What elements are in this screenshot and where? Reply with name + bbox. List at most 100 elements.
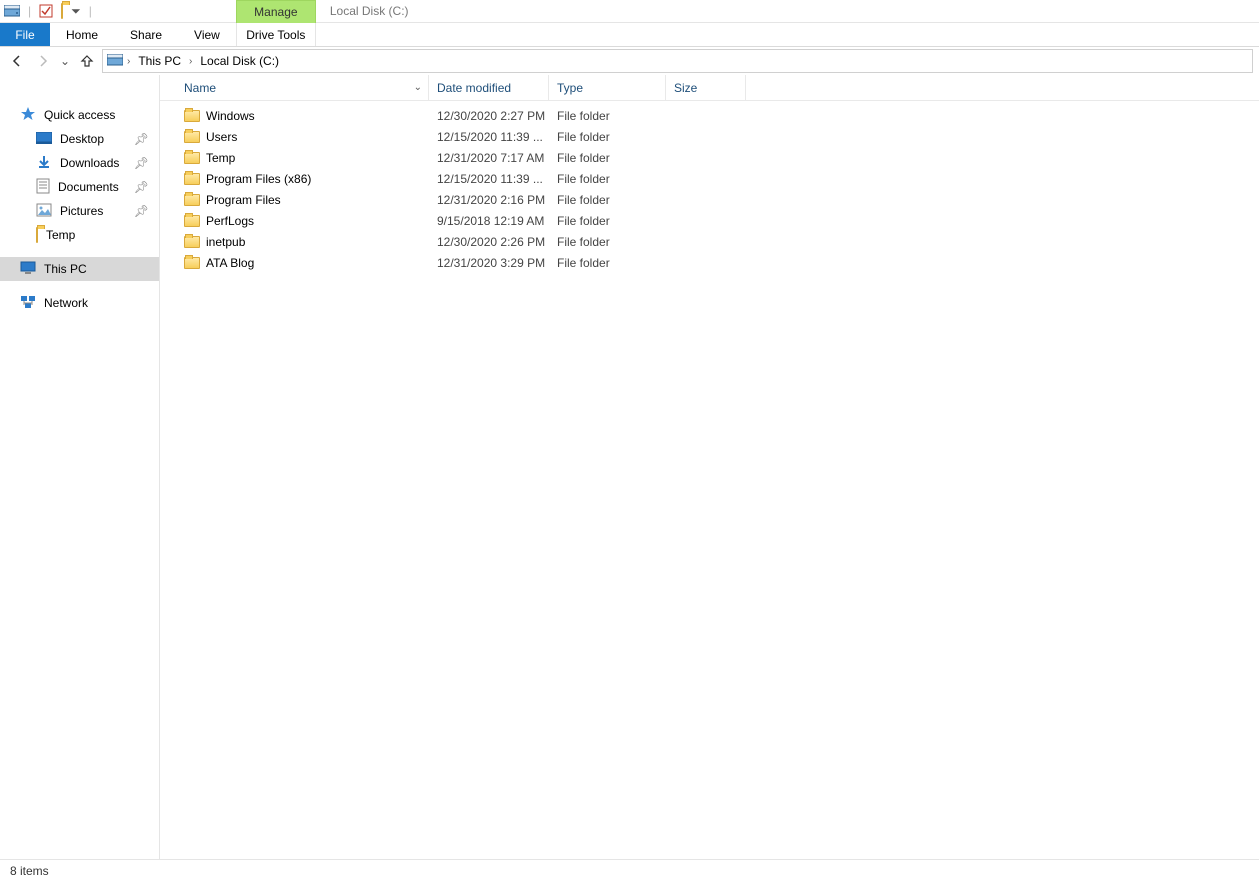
sidebar-item-temp[interactable]: Temp: [0, 223, 159, 247]
qat-separator: |: [89, 4, 92, 18]
file-name: Temp: [206, 151, 235, 165]
navigation-pane: Quick access Desktop 📌︎ Downloads 📌︎ Doc…: [0, 75, 160, 859]
column-header-name[interactable]: Name ⌄: [176, 75, 429, 100]
tab-drive-tools[interactable]: Drive Tools: [236, 23, 316, 46]
folder-icon: [184, 236, 200, 248]
sort-descending-icon: ⌄: [414, 82, 422, 93]
breadcrumb-this-pc[interactable]: This PC: [134, 50, 185, 72]
qat-separator: |: [28, 4, 31, 18]
computer-icon: [20, 261, 36, 278]
contextual-tab-manage[interactable]: Manage: [236, 0, 316, 23]
forward-button[interactable]: [32, 50, 54, 72]
properties-icon[interactable]: [39, 4, 53, 18]
content-pane: Name ⌄ Date modified Type Size Windows 12…: [160, 75, 1259, 859]
folder-icon: [36, 228, 38, 242]
file-name: Windows: [206, 109, 255, 123]
document-icon: [36, 178, 50, 197]
navigation-bar: ⌄ › This PC › Local Disk (C:): [0, 47, 1259, 75]
sidebar-item-desktop[interactable]: Desktop 📌︎: [0, 127, 159, 151]
file-name: Program Files: [206, 193, 281, 207]
sidebar-item-label: Desktop: [60, 132, 104, 146]
folder-icon: [184, 131, 200, 143]
file-row[interactable]: Windows 12/30/2020 2:27 PMFile folder: [160, 105, 1259, 126]
file-date: 12/31/2020 2:16 PM: [429, 193, 549, 207]
sidebar-item-label: This PC: [44, 262, 87, 276]
sidebar-item-label: Documents: [58, 180, 119, 194]
up-button[interactable]: [76, 50, 98, 72]
column-header-date-modified[interactable]: Date modified: [429, 75, 549, 100]
file-date: 12/15/2020 11:39 ...: [429, 130, 549, 144]
file-row[interactable]: Program Files (x86)12/15/2020 11:39 ...F…: [160, 168, 1259, 189]
sidebar-item-downloads[interactable]: Downloads 📌︎: [0, 151, 159, 175]
sidebar-item-label: Quick access: [44, 108, 115, 122]
file-type: File folder: [549, 172, 666, 186]
column-headers: Name ⌄ Date modified Type Size: [160, 75, 1259, 101]
recent-locations-button[interactable]: ⌄: [58, 50, 72, 72]
title-bar: | ⏷ | Manage Local Disk (C:): [0, 0, 1259, 23]
status-item-count: 8 items: [10, 864, 49, 878]
address-bar[interactable]: › This PC › Local Disk (C:): [102, 49, 1253, 73]
file-date: 12/30/2020 2:27 PM: [429, 109, 549, 123]
ribbon-tabs: File Home Share View Drive Tools: [0, 23, 1259, 47]
file-name: PerfLogs: [206, 214, 254, 228]
drive-icon: [107, 54, 123, 69]
sidebar-item-label: Network: [44, 296, 88, 310]
sidebar-item-quick-access[interactable]: Quick access: [0, 103, 159, 127]
sidebar-item-pictures[interactable]: Pictures 📌︎: [0, 199, 159, 223]
breadcrumb-local-disk[interactable]: Local Disk (C:): [196, 50, 283, 72]
folder-icon: [184, 173, 200, 185]
file-type: File folder: [549, 214, 666, 228]
sidebar-item-this-pc[interactable]: This PC: [0, 257, 159, 281]
tab-home[interactable]: Home: [50, 23, 114, 46]
sidebar-item-label: Pictures: [60, 204, 103, 218]
sidebar-item-documents[interactable]: Documents 📌︎: [0, 175, 159, 199]
pin-icon: 📌︎: [134, 180, 149, 194]
sidebar-item-label: Temp: [46, 228, 75, 242]
main-area: Quick access Desktop 📌︎ Downloads 📌︎ Doc…: [0, 75, 1259, 859]
column-header-type[interactable]: Type: [549, 75, 666, 100]
desktop-icon: [36, 132, 52, 147]
column-header-size[interactable]: Size: [666, 75, 746, 100]
status-bar: 8 items: [0, 859, 1259, 882]
file-name: ATA Blog: [206, 256, 254, 270]
tab-view[interactable]: View: [178, 23, 236, 46]
folder-icon: [184, 110, 200, 122]
tab-share[interactable]: Share: [114, 23, 178, 46]
folder-icon: [184, 257, 200, 269]
file-date: 12/31/2020 3:29 PM: [429, 256, 549, 270]
chevron-right-icon[interactable]: ›: [189, 56, 192, 67]
file-row[interactable]: Program Files 12/31/2020 2:16 PMFile fold…: [160, 189, 1259, 210]
file-type: File folder: [549, 256, 666, 270]
file-date: 12/31/2020 7:17 AM: [429, 151, 549, 165]
pin-icon: 📌︎: [134, 156, 149, 170]
back-button[interactable]: [6, 50, 28, 72]
quick-access-toolbar: | ⏷ |: [0, 4, 92, 19]
file-type: File folder: [549, 109, 666, 123]
file-row[interactable]: ATA Blog 12/31/2020 3:29 PMFile folder: [160, 252, 1259, 273]
file-name: inetpub: [206, 235, 245, 249]
file-type: File folder: [549, 193, 666, 207]
qat-customize-icon[interactable]: ⏷: [71, 4, 81, 19]
download-icon: [36, 154, 52, 173]
file-row[interactable]: Users12/15/2020 11:39 ...File folder: [160, 126, 1259, 147]
new-folder-icon[interactable]: [61, 4, 63, 18]
sidebar-item-label: Downloads: [60, 156, 119, 170]
window-title: Local Disk (C:): [316, 0, 423, 23]
file-type: File folder: [549, 130, 666, 144]
chevron-right-icon[interactable]: ›: [127, 56, 130, 67]
file-row[interactable]: Temp 12/31/2020 7:17 AMFile folder: [160, 147, 1259, 168]
file-date: 12/30/2020 2:26 PM: [429, 235, 549, 249]
star-icon: [20, 106, 36, 125]
file-row[interactable]: PerfLogs 9/15/2018 12:19 AMFile folder: [160, 210, 1259, 231]
file-date: 12/15/2020 11:39 ...: [429, 172, 549, 186]
sidebar-item-network[interactable]: Network: [0, 291, 159, 315]
file-type: File folder: [549, 235, 666, 249]
tab-file[interactable]: File: [0, 23, 50, 46]
file-row[interactable]: inetpub 12/30/2020 2:26 PMFile folder: [160, 231, 1259, 252]
file-date: 9/15/2018 12:19 AM: [429, 214, 549, 228]
drive-icon: [4, 5, 20, 17]
folder-icon: [184, 194, 200, 206]
file-list[interactable]: Windows12/30/2020 2:27 PMFile folderUser…: [160, 101, 1259, 859]
file-type: File folder: [549, 151, 666, 165]
folder-icon: [184, 215, 200, 227]
